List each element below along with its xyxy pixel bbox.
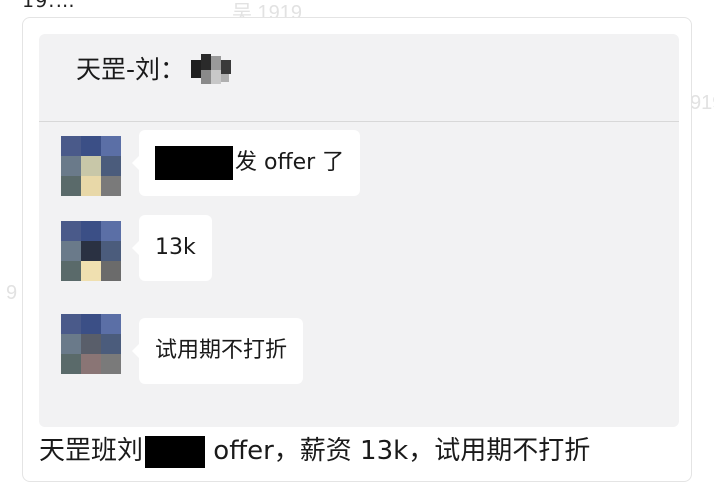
chat-header: 天罡-刘： [39, 34, 679, 122]
screenshot-card: 天罡-刘： 发 offer 了 13k 试用期不打折 天罡班刘 offer，薪资… [22, 17, 692, 482]
chat-title: 天罡-刘： [76, 55, 186, 84]
message-bubble: 试用期不打折 [131, 318, 304, 384]
chat-screenshot: 天罡-刘： 发 offer 了 13k 试用期不打折 [39, 34, 679, 427]
watermark: 919 [690, 92, 714, 114]
message-text: 试用期不打折 [155, 338, 288, 363]
redaction-box [155, 146, 233, 180]
avatar [61, 314, 121, 374]
caption: 天罡班刘 offer，薪资 13k，试用期不打折 [39, 433, 590, 469]
caption-prefix: 天罡班刘 [39, 436, 144, 466]
watermark: 9 [6, 282, 18, 304]
caption-suffix: offer，薪资 13k，试用期不打折 [205, 436, 591, 466]
avatar [61, 221, 121, 281]
pixelated-name-mosaic [191, 54, 232, 86]
message-text: 13k [155, 235, 196, 260]
message-bubble: 发 offer 了 [131, 130, 361, 196]
redaction-box [145, 435, 206, 468]
page-top-text-fragment: 19:… [22, 0, 76, 12]
message-bubble: 13k [132, 215, 212, 281]
avatar [61, 136, 121, 196]
message-text: 发 offer 了 [235, 150, 345, 175]
